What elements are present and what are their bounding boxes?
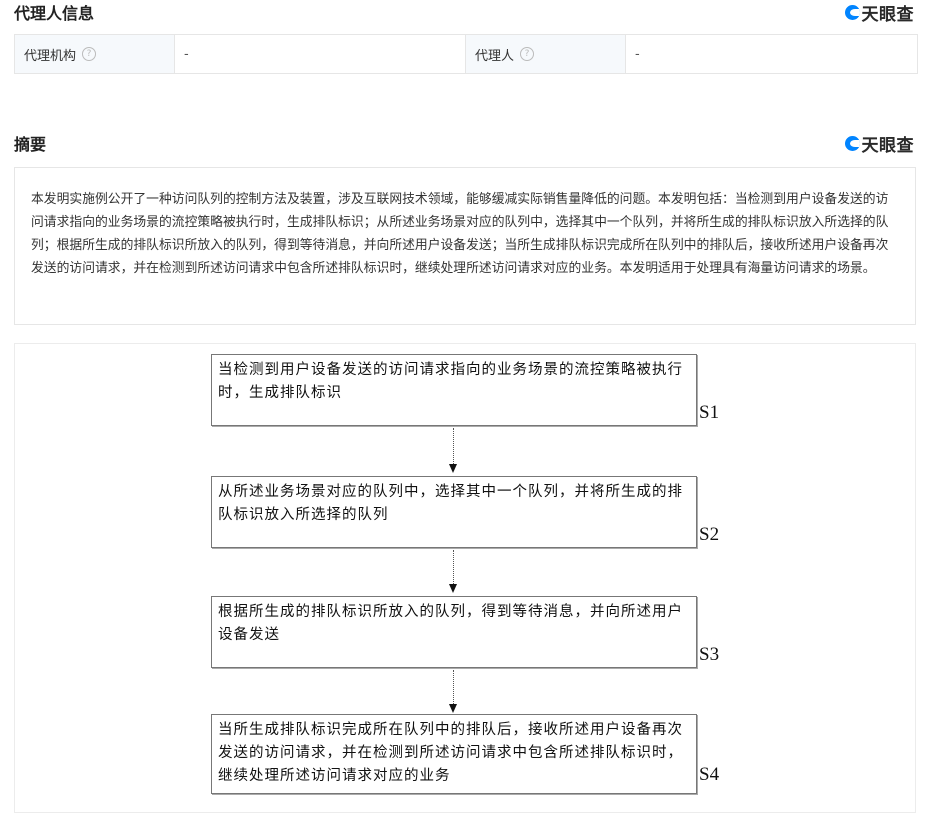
brand-text: 天眼查 <box>861 136 914 156</box>
abstract-text: 本发明实施例公开了一种访问队列的控制方法及装置，涉及互联网技术领域，能够缓减实际… <box>31 192 889 276</box>
agency-value: - <box>175 35 466 73</box>
abstract-box: 本发明实施例公开了一种访问队列的控制方法及装置，涉及互联网技术领域，能够缓减实际… <box>14 167 916 325</box>
abstract-section-title: 摘要 <box>14 135 47 154</box>
flow-step-text: 当所生成排队标识完成所在队列中的排队后，接收所述用户设备再次发送的访问请求，并在… <box>218 722 683 784</box>
flow-arrow <box>453 550 454 584</box>
flow-step-s1: 当检测到用户设备发送的访问请求指向的业务场景的流控策略被执行时，生成排队标识 <box>211 354 697 426</box>
flow-arrow <box>453 670 454 704</box>
agent-value: - <box>635 46 640 62</box>
flow-step-text: 根据所生成的排队标识所放入的队列，得到等待消息，并向所述用户设备发送 <box>218 604 683 643</box>
flow-arrow <box>453 428 454 464</box>
agency-label-cell: 代理机构 ? <box>15 35 175 73</box>
flow-step-s2: 从所述业务场景对应的队列中，选择其中一个队列，并将所生成的排队标识放入所选择的队… <box>211 476 697 548</box>
step-tag-s4: S4 <box>699 764 720 785</box>
agent-label-cell: 代理人 ? <box>466 35 626 73</box>
help-icon[interactable]: ? <box>82 47 97 61</box>
flow-step-s4: 当所生成排队标识完成所在队列中的排队后，接收所述用户设备再次发送的访问请求，并在… <box>211 714 697 794</box>
step-tag-s3: S3 <box>699 644 720 665</box>
tianyancha-logo: 天眼查 <box>844 0 915 25</box>
step-tag-s1: S1 <box>699 402 720 423</box>
arrow-head-icon <box>449 704 457 713</box>
agency-label: 代理机构 <box>24 48 77 64</box>
help-icon[interactable]: ? <box>520 47 535 61</box>
flow-step-s3: 根据所生成的排队标识所放入的队列，得到等待消息，并向所述用户设备发送 <box>211 596 697 668</box>
flow-step-text: 从所述业务场景对应的队列中，选择其中一个队列，并将所生成的排队标识放入所选择的队… <box>218 484 683 523</box>
tianyancha-logo: 天眼查 <box>844 131 915 156</box>
agent-section-title: 代理人信息 <box>14 4 95 23</box>
step-tag-s2: S2 <box>699 524 720 545</box>
brand-text: 天眼查 <box>861 5 914 25</box>
arrow-head-icon <box>449 584 457 593</box>
arrow-head-icon <box>449 464 457 473</box>
abstract-figure: 当检测到用户设备发送的访问请求指向的业务场景的流控策略被执行时，生成排队标识 S… <box>14 343 916 813</box>
agent-label: 代理人 <box>475 48 515 64</box>
tianyancha-logo-icon <box>844 5 860 20</box>
flow-step-text: 当检测到用户设备发送的访问请求指向的业务场景的流控策略被执行时，生成排队标识 <box>218 362 683 401</box>
agent-info-table: 代理机构 ? - 代理人 ? - <box>14 34 918 74</box>
tianyancha-logo-icon <box>844 136 860 151</box>
